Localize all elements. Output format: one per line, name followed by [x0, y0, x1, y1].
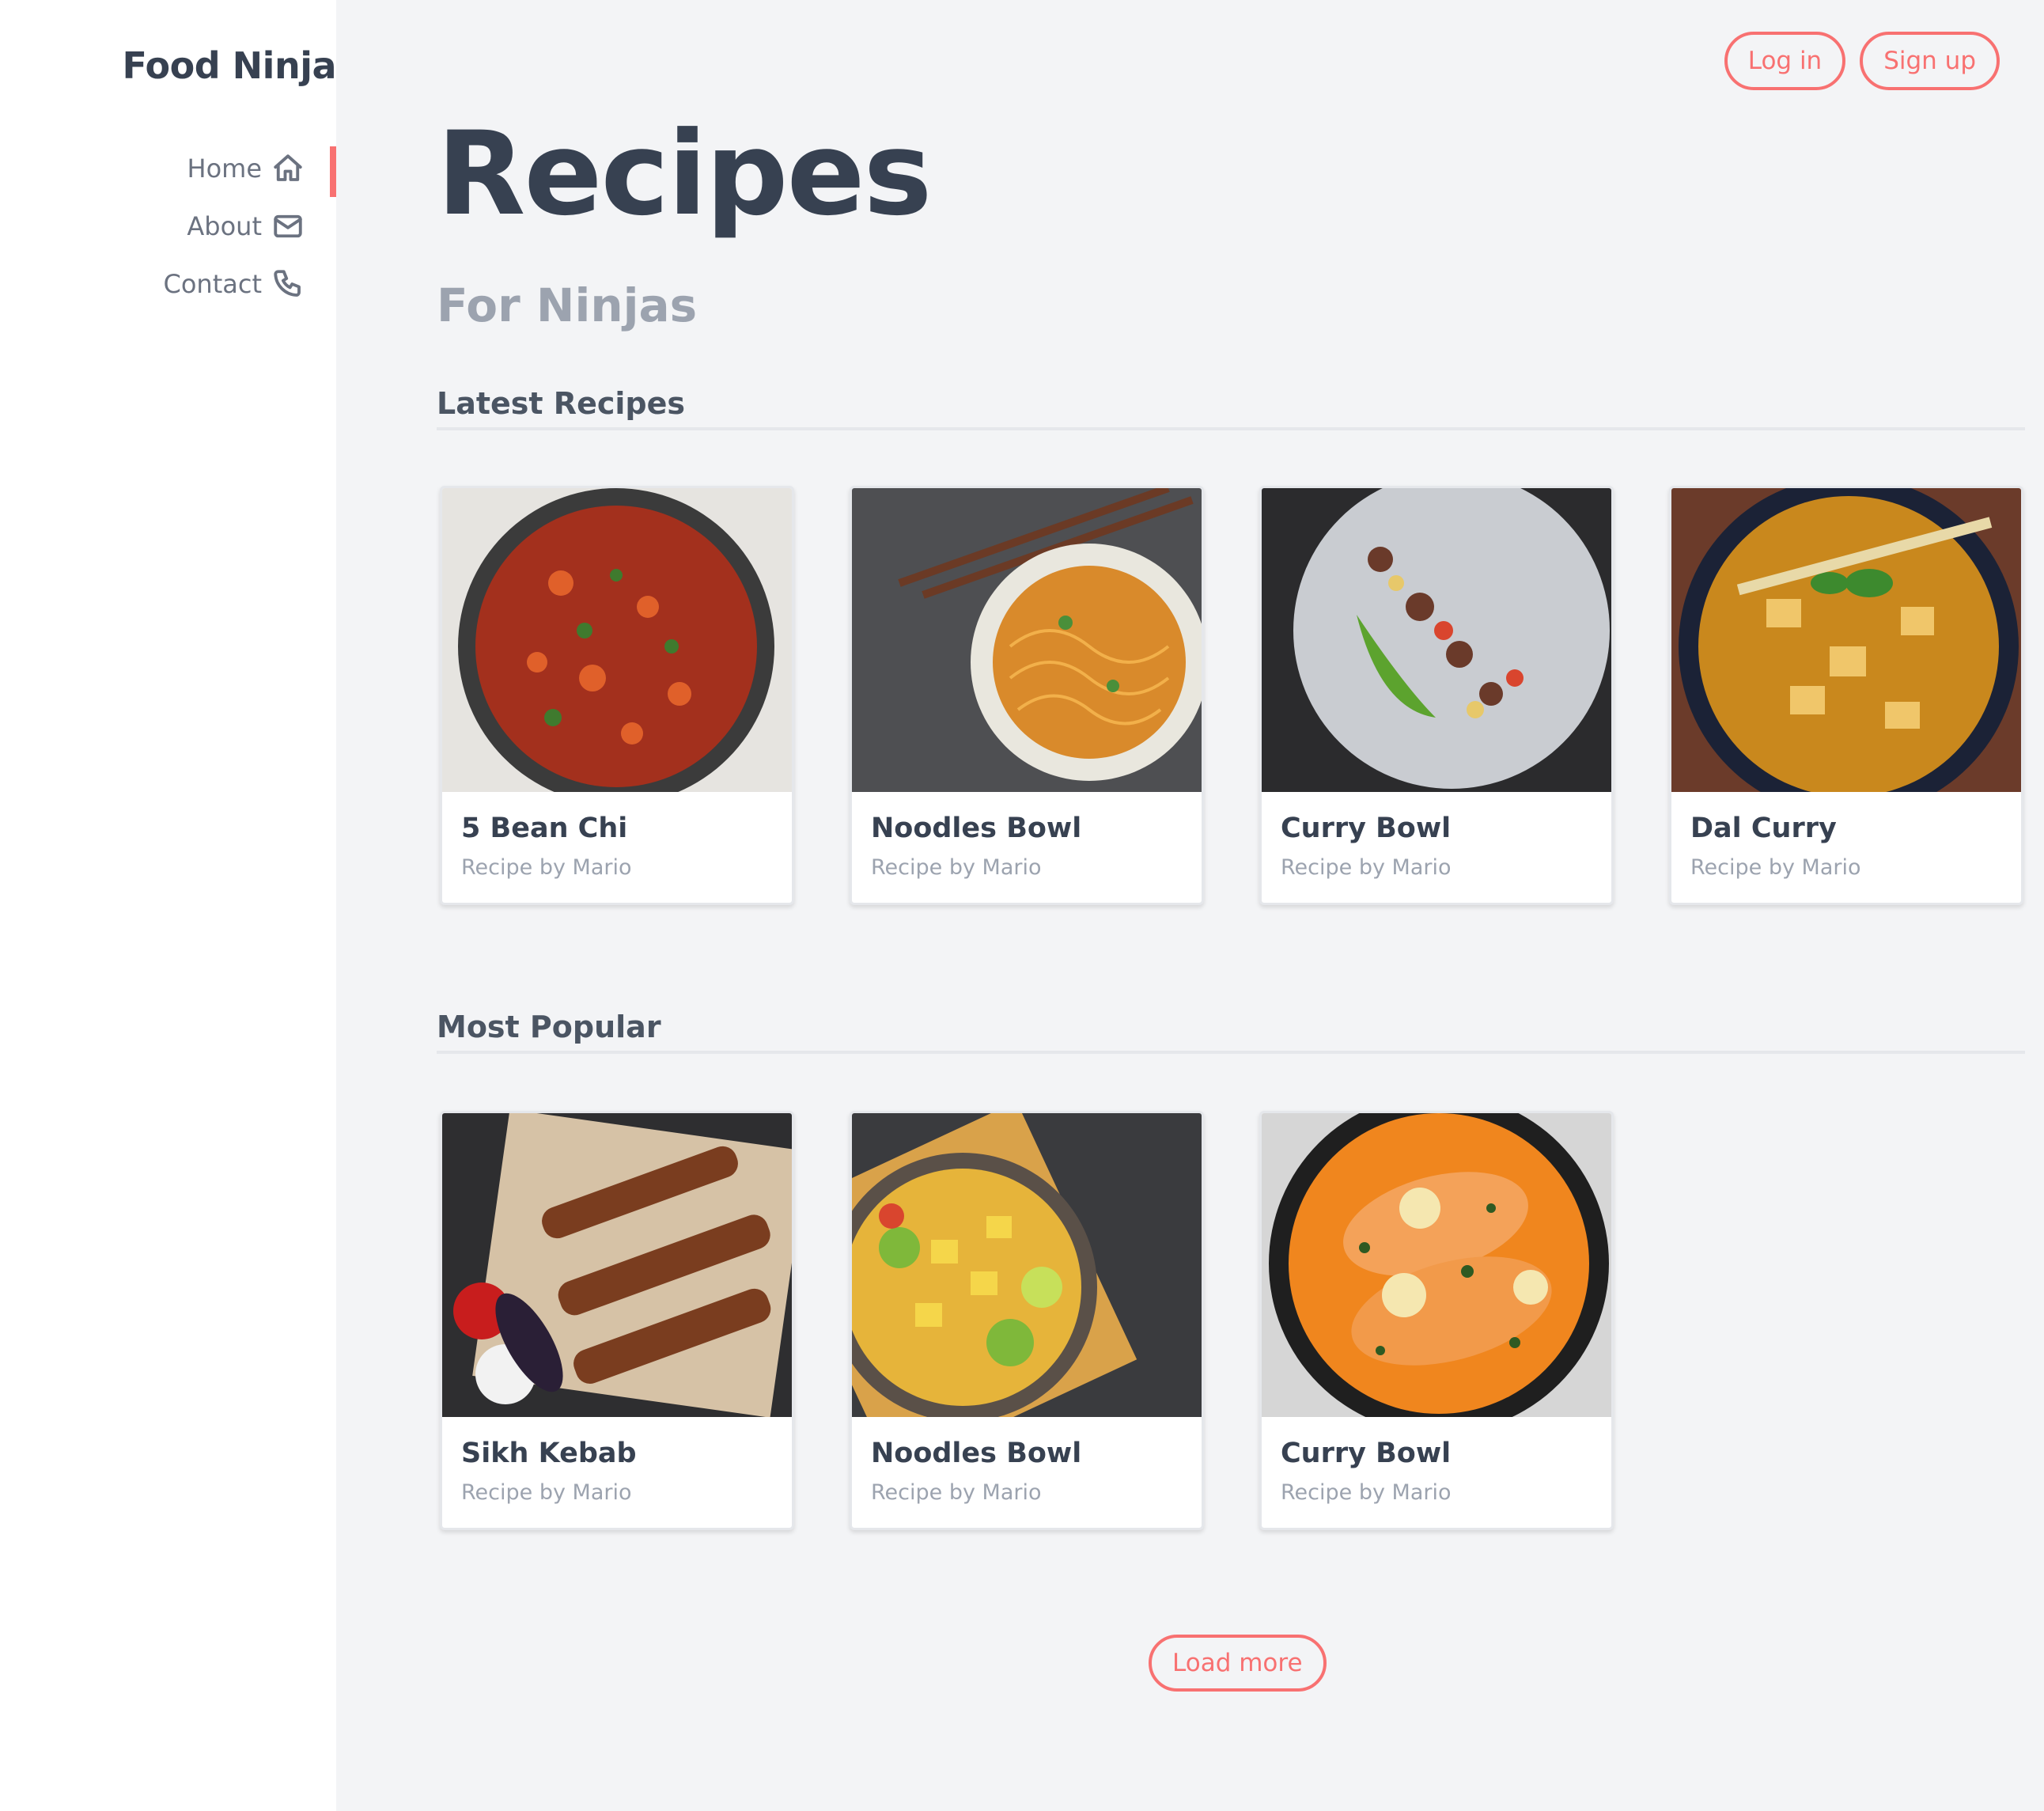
page-title: Recipes — [437, 107, 932, 241]
recipe-author: Recipe by Mario — [871, 855, 1042, 880]
recipe-title: 5 Bean Chi — [461, 813, 628, 844]
phone-icon — [274, 270, 301, 297]
auth-buttons: Log in Sign up — [1724, 32, 2000, 90]
recipe-card[interactable]: Noodles Bowl Recipe by Mario — [850, 486, 1204, 905]
nav-item-label: Home — [187, 153, 263, 184]
load-more-button[interactable]: Load more — [1149, 1635, 1327, 1692]
recipe-author: Recipe by Mario — [1281, 1480, 1452, 1505]
latest-recipes-grid: 5 Bean Chi Recipe by Mario Noodles Bowl … — [440, 486, 2023, 905]
nav-active-indicator — [330, 146, 336, 197]
signup-button[interactable]: Sign up — [1860, 32, 2000, 90]
mail-icon — [274, 214, 302, 238]
recipe-card[interactable]: Curry Bowl Recipe by Mario — [1259, 486, 1614, 905]
recipe-author: Recipe by Mario — [461, 1480, 632, 1505]
recipe-title: Noodles Bowl — [871, 1438, 1082, 1469]
recipe-title: Noodles Bowl — [871, 813, 1082, 844]
login-button[interactable]: Log in — [1724, 32, 1846, 90]
nav-item-contact[interactable]: Contact — [164, 267, 305, 301]
recipe-card[interactable]: Curry Bowl Recipe by Mario — [1259, 1111, 1614, 1530]
home-icon — [274, 154, 302, 181]
recipe-image — [1671, 488, 2021, 792]
recipe-author: Recipe by Mario — [461, 855, 632, 880]
recipe-card[interactable]: Noodles Bowl Recipe by Mario — [850, 1111, 1204, 1530]
nav-item-label: Contact — [163, 269, 263, 299]
nav-item-about[interactable]: About — [187, 210, 305, 243]
recipe-title: Curry Bowl — [1281, 813, 1452, 844]
nav-item-label: About — [187, 211, 262, 241]
section-heading-popular: Most Popular — [437, 1010, 2025, 1054]
recipe-title: Sikh Kebab — [461, 1438, 637, 1469]
recipe-image — [1262, 1113, 1611, 1417]
recipe-image — [852, 488, 1202, 792]
recipe-image — [442, 1113, 792, 1417]
recipe-card[interactable]: Dal Curry Recipe by Mario — [1669, 486, 2023, 905]
recipe-image — [1262, 488, 1611, 792]
brand-logo[interactable]: Food Ninja — [122, 44, 336, 87]
sidebar: Food Ninja Home About Contact — [0, 0, 336, 1811]
recipe-title: Dal Curry — [1690, 813, 1837, 844]
section-heading-latest: Latest Recipes — [437, 386, 2025, 430]
page-subtitle: For Ninjas — [437, 278, 698, 332]
recipe-author: Recipe by Mario — [1690, 855, 1861, 880]
popular-recipes-grid: Sikh Kebab Recipe by Mario Noodles Bowl … — [440, 1111, 1614, 1530]
recipe-author: Recipe by Mario — [871, 1480, 1042, 1505]
recipe-author: Recipe by Mario — [1281, 855, 1452, 880]
recipe-card[interactable]: 5 Bean Chi Recipe by Mario — [440, 486, 794, 905]
recipe-image — [442, 488, 792, 792]
nav-item-home[interactable]: Home — [187, 152, 305, 185]
recipe-title: Curry Bowl — [1281, 1438, 1452, 1469]
recipe-image — [852, 1113, 1202, 1417]
recipe-card[interactable]: Sikh Kebab Recipe by Mario — [440, 1111, 794, 1530]
